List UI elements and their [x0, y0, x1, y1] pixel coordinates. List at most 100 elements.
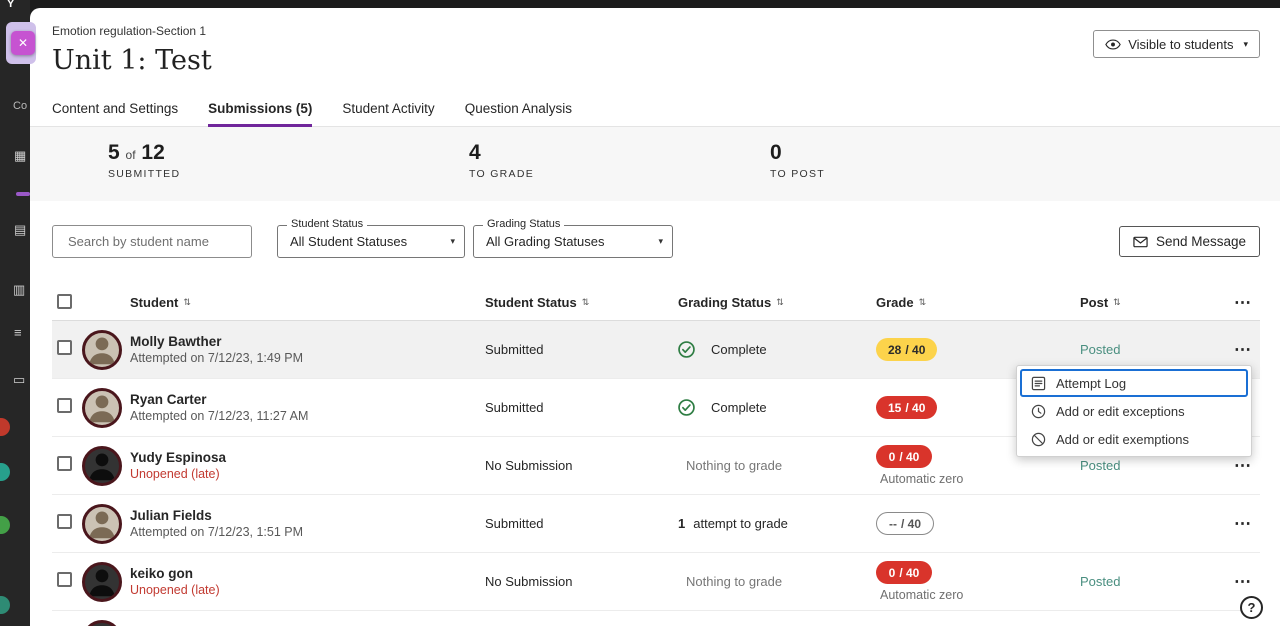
row-overflow-button[interactable]: ⋯	[1234, 515, 1252, 532]
grade-pill[interactable]: 0/ 40	[876, 445, 932, 468]
stat-label: TO POST	[770, 168, 825, 180]
grade-pill[interactable]: 28 / 40	[876, 338, 937, 361]
student-status-filter-label: Student Status	[287, 218, 367, 230]
column-header-grading-status[interactable]: Grading Status⇅	[678, 295, 784, 310]
grade-pill[interactable]: -- / 40	[876, 512, 934, 535]
row-checkbox[interactable]	[57, 514, 72, 529]
tab-content-and-settings[interactable]: Content and Settings	[52, 90, 178, 126]
row-overflow-button[interactable]: ⋯	[1234, 573, 1252, 590]
tab-question-analysis[interactable]: Question Analysis	[465, 90, 572, 126]
menu-item-add-exceptions[interactable]: Add or edit exceptions	[1020, 397, 1248, 425]
grade-pill[interactable]: 15 / 40	[876, 396, 937, 419]
row-checkbox[interactable]	[57, 398, 72, 413]
rail-menu-icon[interactable]: ≡	[14, 325, 22, 340]
student-name[interactable]: Julian Fields	[130, 508, 485, 523]
student-name[interactable]: Yudy Espinosa	[130, 450, 485, 465]
grading-status-cell: 1 attempt to grade	[678, 516, 856, 531]
student-name[interactable]: Molly Bawther	[130, 334, 485, 349]
avatar	[82, 446, 122, 486]
menu-item-attempt-log[interactable]: Attempt Log	[1020, 369, 1248, 397]
grade-value: --	[889, 517, 897, 531]
rail-grid-icon[interactable]: ▦	[14, 148, 26, 164]
row-checkbox[interactable]	[57, 572, 72, 587]
grading-status-cell: Complete	[678, 341, 856, 358]
search-input[interactable]	[68, 234, 244, 249]
student-name[interactable]: keiko gon	[130, 566, 485, 581]
stat-label: SUBMITTED	[108, 168, 180, 180]
grading-label: attempt to grade	[693, 516, 788, 531]
send-message-button[interactable]: Send Message	[1119, 226, 1260, 257]
grade-value: 15	[888, 401, 901, 415]
row-checkbox[interactable]	[57, 340, 72, 355]
person-silhouette-icon	[85, 447, 119, 483]
column-header-student[interactable]: Student⇅	[130, 295, 191, 310]
sort-icon: ⇅	[919, 297, 927, 308]
grade-pill[interactable]: 0/ 40	[876, 561, 932, 584]
row-overflow-button[interactable]: ⋯	[1234, 341, 1252, 358]
student-subtext: Attempted on 7/12/23, 1:49 PM	[130, 351, 485, 365]
column-header-post[interactable]: Post⇅	[1080, 295, 1121, 310]
stat-label: TO GRADE	[469, 168, 534, 180]
grading-bold: 1	[678, 516, 685, 531]
table-row: keiko gon Unopened (late) No Submission …	[52, 553, 1260, 611]
header-overflow-button[interactable]: ⋯	[1234, 294, 1252, 311]
close-panel-button[interactable]: ✕	[11, 31, 35, 55]
grading-label: Complete	[711, 400, 767, 415]
rail-green-badge	[0, 516, 10, 534]
stat-submitted: 5 of 12 SUBMITTED	[108, 141, 180, 180]
complete-check-icon	[678, 399, 695, 416]
row-overflow-button[interactable]: ⋯	[1234, 457, 1252, 474]
stat-value: 4	[469, 141, 481, 164]
rail-divider	[16, 192, 30, 196]
student-subtext: Unopened (late)	[130, 583, 485, 597]
help-button[interactable]: ?	[1240, 596, 1263, 619]
avatar	[82, 388, 122, 428]
grading-status-filter-value: All Grading Statuses	[486, 234, 605, 249]
row-checkbox[interactable]	[57, 456, 72, 471]
rail-book-icon[interactable]: ▥	[13, 282, 25, 298]
tab-submissions[interactable]: Submissions (5)	[208, 90, 312, 126]
rail-doc-icon[interactable]: ▭	[13, 372, 25, 388]
grading-label: Nothing to grade	[686, 574, 782, 589]
post-cell[interactable]: Posted	[1030, 574, 1190, 589]
menu-item-add-exemptions[interactable]: Add or edit exemptions	[1020, 425, 1248, 453]
grade-max: / 40	[901, 517, 921, 531]
post-cell[interactable]: Posted	[1030, 458, 1190, 473]
grade-max: / 40	[905, 343, 925, 357]
header-checkbox[interactable]	[57, 294, 72, 309]
grade-value: 0	[889, 450, 896, 464]
student-status-cell: Submitted	[485, 516, 678, 531]
grading-status-filter[interactable]: Grading Status All Grading Statuses ▾	[473, 225, 673, 258]
student-status-filter-value: All Student Statuses	[290, 234, 407, 249]
post-cell[interactable]: Posted	[1030, 342, 1190, 357]
grade-max: / 40	[899, 566, 919, 580]
panel-header: Emotion regulation-Section 1 Unit 1: Tes…	[30, 8, 1280, 90]
eye-icon	[1105, 39, 1121, 50]
avatar	[82, 562, 122, 602]
grading-status-cell: Complete	[678, 399, 856, 416]
tab-student-activity[interactable]: Student Activity	[342, 90, 434, 126]
chevron-down-icon: ▾	[658, 236, 663, 247]
student-status-cell: Submitted	[485, 400, 678, 415]
send-message-label: Send Message	[1156, 234, 1246, 249]
student-status-filter[interactable]: Student Status All Student Statuses ▾	[277, 225, 465, 258]
search-box	[52, 225, 252, 258]
rail-list-icon[interactable]: ▤	[14, 222, 26, 238]
student-name[interactable]: Ryan Carter	[130, 392, 485, 407]
assessment-panel: Emotion regulation-Section 1 Unit 1: Tes…	[30, 8, 1280, 626]
row-context-menu: Attempt Log Add or edit exceptions Add o…	[1016, 365, 1252, 457]
ban-icon	[1031, 432, 1046, 447]
grade-value: 28	[888, 343, 901, 357]
stats-band: 5 of 12 SUBMITTED 4 TO GRADE 0 TO POST	[30, 127, 1280, 201]
student-status-cell: Submitted	[485, 342, 678, 357]
grade-max: / 40	[905, 401, 925, 415]
column-header-grade[interactable]: Grade⇅	[876, 295, 926, 310]
stat-value: 5	[108, 141, 120, 164]
sort-icon: ⇅	[582, 297, 590, 308]
complete-check-icon	[678, 341, 695, 358]
visibility-button[interactable]: Visible to students ▾	[1093, 30, 1260, 58]
help-icon: ?	[1248, 600, 1256, 615]
avatar	[82, 504, 122, 544]
attempt-log-icon	[1031, 376, 1046, 391]
column-header-student-status[interactable]: Student Status⇅	[485, 295, 589, 310]
